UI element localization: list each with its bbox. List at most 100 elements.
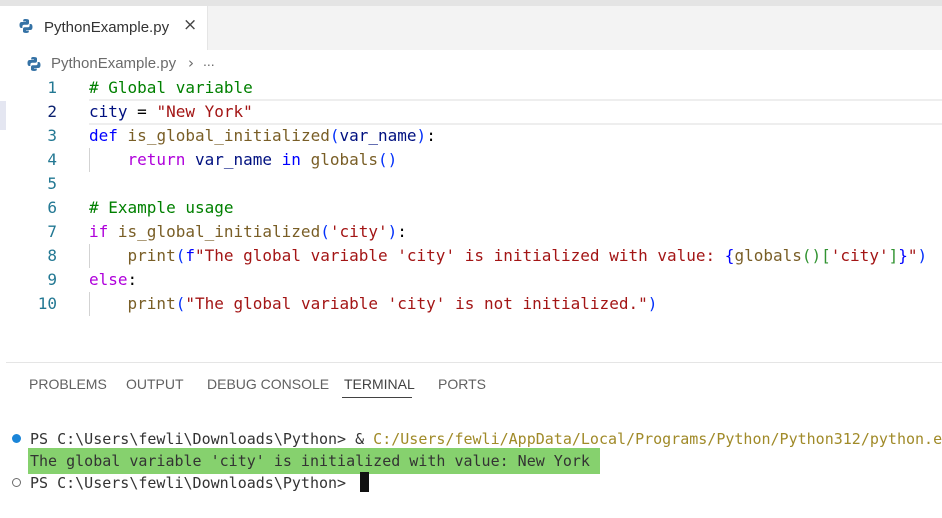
code-token: :	[426, 126, 436, 145]
terminal-cursor	[360, 472, 370, 492]
code-line[interactable]: 10 print("The global variable 'city' is …	[0, 292, 942, 316]
code-token: }	[898, 246, 908, 265]
breadcrumb-file[interactable]: PythonExample.py	[51, 55, 176, 72]
terminal-prompt-line: PS C:\Users\fewli\Downloads\Python>	[30, 472, 370, 494]
code-token: else	[89, 270, 128, 289]
code-editor[interactable]: 1 # Global variable 2 city = "New York" 3 def…	[0, 76, 942, 362]
code-text: return var_name in globals()	[89, 148, 398, 172]
tab-terminal[interactable]: TERMINAL	[344, 376, 415, 392]
code-token: is_global_initialized	[127, 126, 330, 145]
code-token: (	[320, 222, 330, 241]
code-token: =	[127, 102, 157, 121]
code-token: ]	[888, 246, 899, 265]
code-text: # Example usage	[89, 196, 234, 220]
terminal-exe-path: C:/Users/fewli/AppData/Local/Programs/Py…	[373, 430, 942, 448]
code-line[interactable]: 2 city = "New York"	[0, 100, 942, 124]
terminal-prompt: PS C:\Users\fewli\Downloads\Python>	[30, 430, 356, 448]
tab-python-example[interactable]: PythonExample.py ×	[0, 6, 208, 50]
line-number: 6	[47, 198, 57, 217]
line-number: 7	[47, 222, 57, 241]
code-token: "New York"	[156, 102, 253, 121]
code-text: def is_global_initialized(var_name):	[89, 124, 436, 148]
chevron-right-icon: ›	[188, 54, 194, 72]
code-line[interactable]: 8 print(f"The global variable 'city' is …	[0, 244, 942, 268]
code-token: is_global_initialized	[117, 222, 321, 241]
command-pending-dot-icon[interactable]	[12, 478, 21, 487]
code-line[interactable]: 3 def is_global_initialized(var_name):	[0, 124, 942, 148]
code-line[interactable]: 9 else:	[0, 268, 942, 292]
panel-tab-bar: PROBLEMS OUTPUT DEBUG CONSOLE TERMINAL P…	[0, 363, 942, 401]
code-token: :	[127, 270, 138, 289]
code-token: )	[917, 246, 928, 265]
breadcrumb: PythonExample.py › ...	[0, 52, 942, 76]
code-line[interactable]: 4 return var_name in globals()	[0, 148, 942, 172]
code-token: [	[821, 246, 831, 265]
code-token: globals	[310, 150, 379, 169]
code-token: var_name	[194, 150, 273, 169]
active-tab-indicator	[342, 397, 412, 398]
close-icon[interactable]: ×	[183, 15, 197, 35]
code-token: city	[89, 102, 128, 121]
code-line[interactable]: 1 # Global variable	[0, 76, 942, 100]
code-token: def	[89, 126, 118, 145]
terminal-output-line: The global variable 'city' is initialize…	[30, 452, 590, 470]
code-text: if is_global_initialized('city'):	[89, 220, 407, 244]
line-number: 2	[47, 102, 57, 121]
line-number: 4	[47, 150, 57, 169]
code-token: # Global variable	[89, 78, 253, 97]
code-token: "The global variable 'city' is not initi…	[185, 294, 648, 313]
python-icon	[26, 56, 42, 76]
code-token: 'city'	[329, 222, 388, 241]
code-line[interactable]: 5	[0, 172, 942, 196]
tab-problems[interactable]: PROBLEMS	[29, 376, 107, 392]
code-token: )	[387, 222, 398, 241]
code-token: # Example usage	[89, 198, 234, 217]
breadcrumb-more[interactable]: ...	[203, 53, 215, 69]
code-text: print("The global variable 'city' is not…	[89, 292, 658, 316]
python-icon	[18, 18, 34, 38]
code-token: print	[127, 294, 176, 313]
code-token: 'city'	[830, 246, 889, 265]
tab-label: PythonExample.py	[44, 19, 170, 36]
code-token: in	[281, 150, 301, 169]
line-number: 9	[47, 270, 57, 289]
code-token: f	[185, 246, 195, 265]
tab-debug-console[interactable]: DEBUG CONSOLE	[207, 376, 329, 392]
code-text: # Global variable	[89, 76, 253, 100]
terminal-amp: &	[355, 430, 374, 448]
code-token: (	[175, 246, 186, 265]
code-token: )	[416, 126, 427, 145]
code-token: return	[127, 150, 186, 169]
code-token: {	[724, 246, 735, 265]
code-token: ()	[801, 246, 822, 265]
command-success-dot-icon[interactable]	[12, 434, 21, 443]
code-line[interactable]: 7 if is_global_initialized('city'):	[0, 220, 942, 244]
line-number: 10	[37, 294, 57, 313]
line-number: 3	[47, 126, 57, 145]
code-text: else:	[89, 268, 137, 292]
line-number: 8	[47, 246, 57, 265]
terminal-command-line: PS C:\Users\fewli\Downloads\Python> & C:…	[30, 428, 942, 450]
code-token: :	[397, 222, 407, 241]
tab-ports[interactable]: PORTS	[438, 376, 486, 392]
code-token: "The global variable 'city' is initializ…	[194, 246, 725, 265]
code-token: )	[647, 294, 658, 313]
code-line[interactable]: 6 # Example usage	[0, 196, 942, 220]
terminal-prompt: PS C:\Users\fewli\Downloads\Python>	[30, 474, 356, 492]
code-token: globals	[734, 246, 802, 265]
code-token: (	[175, 294, 186, 313]
line-number: 1	[47, 78, 57, 97]
code-token: var_name	[339, 126, 417, 145]
line-number: 5	[47, 174, 57, 193]
code-token: "	[907, 246, 918, 265]
terminal[interactable]: PS C:\Users\fewli\Downloads\Python> & C:…	[0, 427, 942, 518]
tab-output[interactable]: OUTPUT	[126, 376, 184, 392]
code-token: print	[127, 246, 176, 265]
